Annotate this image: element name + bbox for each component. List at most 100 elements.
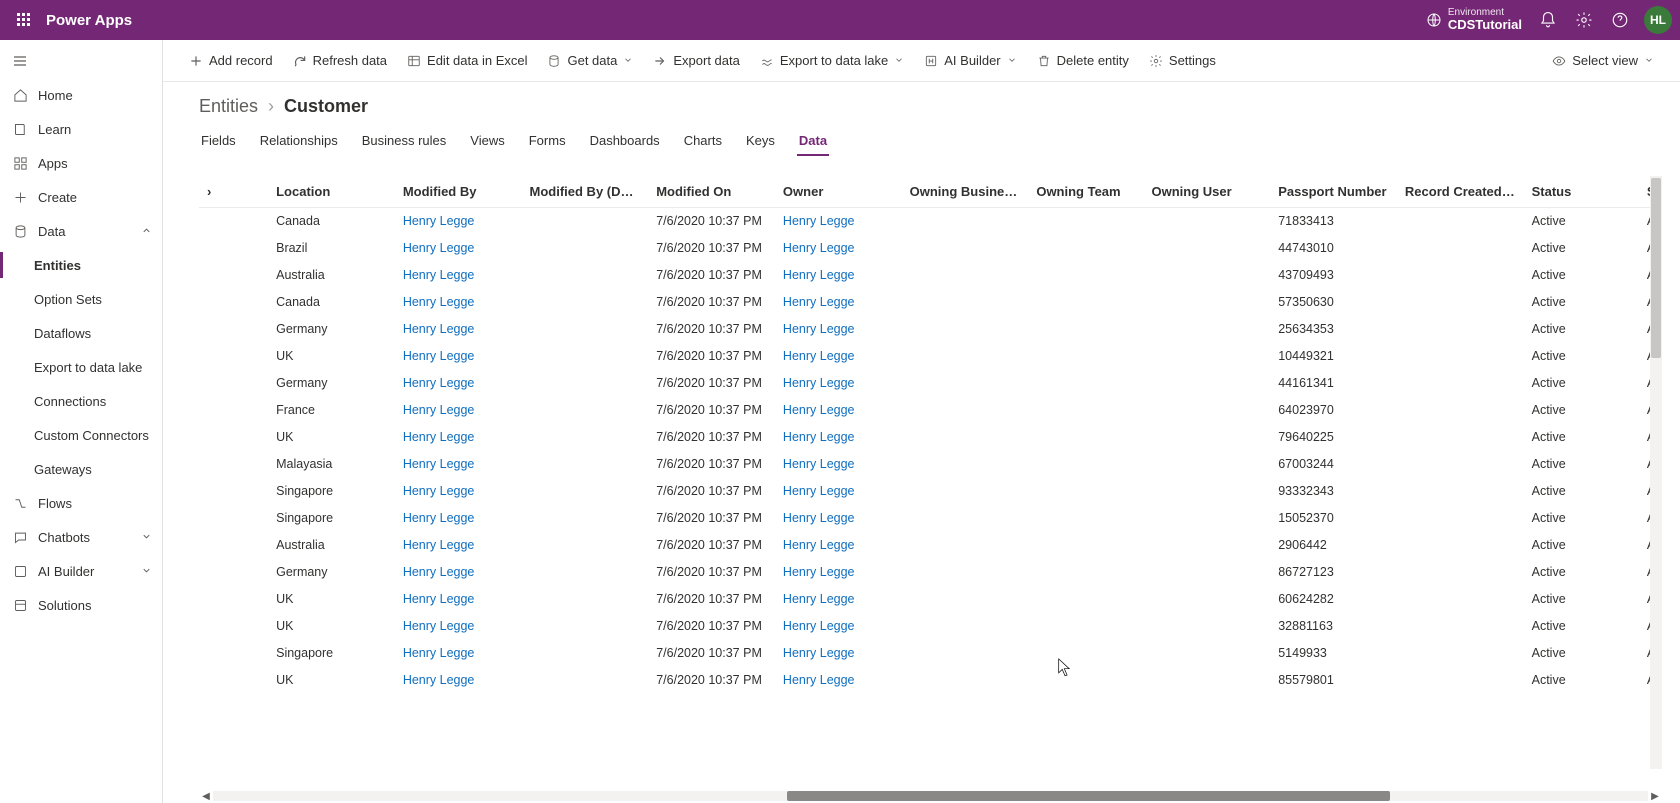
cell-modified_by[interactable]: Henry Legge (395, 370, 522, 397)
cell-owner[interactable]: Henry Legge (775, 235, 902, 262)
sidebar-item-gateways[interactable]: Gateways (0, 452, 162, 486)
cell-modified_by[interactable]: Henry Legge (395, 559, 522, 586)
column-header[interactable]: Passport Number (1270, 176, 1397, 208)
horizontal-scrollbar[interactable]: ◀ ▶ (199, 789, 1662, 803)
edit-in-excel-button[interactable]: Edit data in Excel (399, 49, 535, 72)
cell-modified_by[interactable]: Henry Legge (395, 451, 522, 478)
column-header[interactable]: Modified By (Del... (522, 176, 649, 208)
cell-modified_by[interactable]: Henry Legge (395, 424, 522, 451)
notifications-icon[interactable] (1530, 2, 1566, 38)
cell-modified_by[interactable]: Henry Legge (395, 640, 522, 667)
chevron-down-icon[interactable] (623, 53, 633, 68)
cell-modified_by[interactable]: Henry Legge (395, 478, 522, 505)
table-row[interactable]: SingaporeHenry Legge7/6/2020 10:37 PMHen… (199, 640, 1662, 667)
table-row[interactable]: GermanyHenry Legge7/6/2020 10:37 PMHenry… (199, 370, 1662, 397)
tab-keys[interactable]: Keys (744, 127, 777, 156)
cell-owner[interactable]: Henry Legge (775, 532, 902, 559)
table-row[interactable]: FranceHenry Legge7/6/2020 10:37 PMHenry … (199, 397, 1662, 424)
column-header[interactable]: Owning Team (1028, 176, 1143, 208)
table-row[interactable]: UKHenry Legge7/6/2020 10:37 PMHenry Legg… (199, 613, 1662, 640)
table-row[interactable]: UKHenry Legge7/6/2020 10:37 PMHenry Legg… (199, 667, 1662, 694)
cell-owner[interactable]: Henry Legge (775, 667, 902, 694)
cell-modified_by[interactable]: Henry Legge (395, 586, 522, 613)
sidebar-item-aibuilder[interactable]: AI Builder (0, 554, 162, 588)
environment-picker[interactable]: Environment CDSTutorial (1426, 7, 1522, 32)
column-header[interactable]: Modified By (395, 176, 522, 208)
user-avatar[interactable]: HL (1644, 6, 1672, 34)
sidebar-item-chatbots[interactable]: Chatbots (0, 520, 162, 554)
sidebar-item-entities[interactable]: Entities (0, 248, 162, 282)
add-record-button[interactable]: Add record (181, 49, 281, 72)
cell-owner[interactable]: Henry Legge (775, 640, 902, 667)
table-row[interactable]: SingaporeHenry Legge7/6/2020 10:37 PMHen… (199, 478, 1662, 505)
sidebar-item-customconn[interactable]: Custom Connectors (0, 418, 162, 452)
help-icon[interactable] (1602, 2, 1638, 38)
ai-builder-button[interactable]: AI Builder (916, 49, 1024, 72)
scroll-right-arrow[interactable]: ▶ (1648, 789, 1662, 803)
tab-views[interactable]: Views (468, 127, 506, 156)
sidebar-item-optionsets[interactable]: Option Sets (0, 282, 162, 316)
horizontal-scroll-thumb[interactable] (787, 791, 1390, 801)
settings-button[interactable]: Settings (1141, 49, 1224, 72)
cell-modified_by[interactable]: Henry Legge (395, 397, 522, 424)
nav-collapse-button[interactable] (0, 44, 162, 78)
table-row[interactable]: AustraliaHenry Legge7/6/2020 10:37 PMHen… (199, 532, 1662, 559)
vertical-scrollbar[interactable] (1650, 176, 1662, 769)
tab-data[interactable]: Data (797, 127, 829, 156)
sidebar-item-data[interactable]: Data (0, 214, 162, 248)
settings-gear-icon[interactable] (1566, 2, 1602, 38)
row-sort-indicator[interactable]: › (199, 176, 268, 208)
sidebar-item-connections[interactable]: Connections (0, 384, 162, 418)
get-data-button[interactable]: Get data (539, 49, 641, 72)
table-row[interactable]: MalayasiaHenry Legge7/6/2020 10:37 PMHen… (199, 451, 1662, 478)
tab-relationships[interactable]: Relationships (258, 127, 340, 156)
cell-owner[interactable]: Henry Legge (775, 208, 902, 235)
table-row[interactable]: CanadaHenry Legge7/6/2020 10:37 PMHenry … (199, 208, 1662, 235)
cell-modified_by[interactable]: Henry Legge (395, 235, 522, 262)
horizontal-scroll-track[interactable] (213, 791, 1648, 801)
cell-owner[interactable]: Henry Legge (775, 262, 902, 289)
column-header[interactable]: Owning Business... (902, 176, 1029, 208)
cell-modified_by[interactable]: Henry Legge (395, 208, 522, 235)
table-row[interactable]: CanadaHenry Legge7/6/2020 10:37 PMHenry … (199, 289, 1662, 316)
cell-modified_by[interactable]: Henry Legge (395, 289, 522, 316)
app-launcher-icon[interactable] (8, 4, 40, 36)
cell-owner[interactable]: Henry Legge (775, 559, 902, 586)
cell-owner[interactable]: Henry Legge (775, 424, 902, 451)
breadcrumb-root[interactable]: Entities (199, 96, 258, 117)
cell-modified_by[interactable]: Henry Legge (395, 505, 522, 532)
cell-owner[interactable]: Henry Legge (775, 613, 902, 640)
chevron-down-icon[interactable] (894, 53, 904, 68)
cell-owner[interactable]: Henry Legge (775, 289, 902, 316)
column-header[interactable]: Location (268, 176, 395, 208)
cell-modified_by[interactable]: Henry Legge (395, 667, 522, 694)
column-header[interactable]: Owner (775, 176, 902, 208)
cell-owner[interactable]: Henry Legge (775, 586, 902, 613)
export-data-button[interactable]: Export data (645, 49, 748, 72)
sidebar-item-solutions[interactable]: Solutions (0, 588, 162, 622)
cell-owner[interactable]: Henry Legge (775, 397, 902, 424)
sidebar-item-flows[interactable]: Flows (0, 486, 162, 520)
export-to-lake-button[interactable]: Export to data lake (752, 49, 912, 72)
sidebar-item-exportlake[interactable]: Export to data lake (0, 350, 162, 384)
tab-forms[interactable]: Forms (527, 127, 568, 156)
select-view-button[interactable]: Select view (1544, 49, 1662, 72)
column-header[interactable]: Record Created ... (1397, 176, 1524, 208)
scroll-left-arrow[interactable]: ◀ (199, 789, 213, 803)
column-header[interactable]: Status (1524, 176, 1639, 208)
tab-charts[interactable]: Charts (682, 127, 724, 156)
cell-modified_by[interactable]: Henry Legge (395, 532, 522, 559)
table-row[interactable]: AustraliaHenry Legge7/6/2020 10:37 PMHen… (199, 262, 1662, 289)
sidebar-item-home[interactable]: Home (0, 78, 162, 112)
table-row[interactable]: GermanyHenry Legge7/6/2020 10:37 PMHenry… (199, 316, 1662, 343)
cell-modified_by[interactable]: Henry Legge (395, 316, 522, 343)
cell-owner[interactable]: Henry Legge (775, 370, 902, 397)
table-row[interactable]: UKHenry Legge7/6/2020 10:37 PMHenry Legg… (199, 586, 1662, 613)
sidebar-item-create[interactable]: Create (0, 180, 162, 214)
cell-owner[interactable]: Henry Legge (775, 478, 902, 505)
column-header[interactable]: Owning User (1144, 176, 1271, 208)
cell-owner[interactable]: Henry Legge (775, 451, 902, 478)
table-row[interactable]: BrazilHenry Legge7/6/2020 10:37 PMHenry … (199, 235, 1662, 262)
table-row[interactable]: UKHenry Legge7/6/2020 10:37 PMHenry Legg… (199, 343, 1662, 370)
cell-owner[interactable]: Henry Legge (775, 343, 902, 370)
